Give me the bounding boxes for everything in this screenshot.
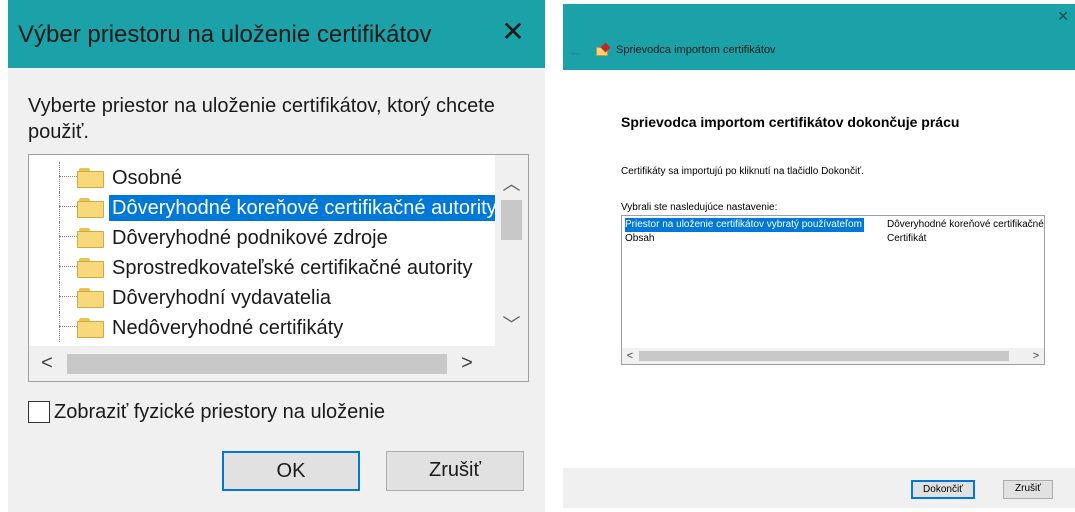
scrollbar-corner xyxy=(495,346,528,381)
horizontal-scroll-thumb[interactable] xyxy=(639,351,1009,361)
back-arrow-icon[interactable]: ← xyxy=(569,44,582,59)
scroll-right-icon[interactable]: > xyxy=(449,346,485,381)
summary-horizontal-scrollbar[interactable]: < > xyxy=(622,348,1044,364)
folder-icon xyxy=(77,168,104,188)
store-prompt: Vyberte priestor na uloženie certifikáto… xyxy=(28,95,495,143)
setting-name: Obsah xyxy=(625,233,655,244)
scroll-left-icon[interactable]: < xyxy=(29,346,65,381)
select-store-dialog: Výber priestoru na uloženie certifikátov… xyxy=(8,0,545,512)
cancel-button[interactable]: Zrušiť xyxy=(386,451,524,491)
scroll-right-icon[interactable]: > xyxy=(1028,348,1044,364)
store-dialog-titlebar: Výber priestoru na uloženie certifikátov… xyxy=(8,0,545,68)
tree-line xyxy=(59,192,60,222)
show-physical-stores-checkbox[interactable] xyxy=(28,401,50,423)
store-tree-item[interactable]: Dôveryhodné podnikové zdroje xyxy=(29,222,495,252)
import-wizard-dialog: ✕ ← Sprievodca importom certifikátov Spr… xyxy=(563,4,1075,508)
store-tree-item-label: Dôveryhodné koreňové certifikačné autori… xyxy=(109,195,495,221)
tree-vertical-scrollbar[interactable]: ︿ ﹀ xyxy=(495,155,528,346)
folder-icon xyxy=(77,288,104,308)
tree-line xyxy=(59,162,60,192)
folder-icon xyxy=(77,318,104,338)
folder-icon xyxy=(77,228,104,248)
tree-line xyxy=(59,282,60,312)
wizard-footer: Dokončiť Zrušiť xyxy=(563,468,1075,508)
store-tree-item-label: Dôveryhodné podnikové zdroje xyxy=(112,227,388,249)
folder-icon xyxy=(77,258,104,278)
setting-value: Dôveryhodné koreňové certifikačné autori… xyxy=(887,219,1044,230)
close-icon[interactable]: ✕ xyxy=(1057,8,1069,25)
settings-row[interactable]: Obsah Certifikát xyxy=(622,232,1044,246)
settings-summary-list[interactable]: Priestor na uloženie certifikátov vybrat… xyxy=(621,215,1045,365)
cancel-button[interactable]: Zrušiť xyxy=(1003,480,1053,499)
scroll-down-icon[interactable]: ﹀ xyxy=(495,310,528,340)
setting-value: Certifikát xyxy=(887,233,927,244)
folder-icon xyxy=(77,198,104,218)
finish-button[interactable]: Dokončiť xyxy=(911,480,975,499)
store-tree-item[interactable]: Nedôveryhodné certifikáty xyxy=(29,312,495,342)
store-tree-item-label: Nedôveryhodné certifikáty xyxy=(112,317,344,339)
store-tree-item[interactable]: Sprostredkovateľské certifikačné autorit… xyxy=(29,252,495,282)
settings-row[interactable]: Priestor na uloženie certifikátov vybrat… xyxy=(622,218,1044,232)
horizontal-scroll-thumb[interactable] xyxy=(67,354,447,374)
store-tree-item-label: Dôveryhodní vydavatelia xyxy=(112,287,332,309)
wizard-titlebar: ✕ ← Sprievodca importom certifikátov xyxy=(563,4,1075,70)
wizard-heading: Sprievodca importom certifikátov dokonču… xyxy=(621,114,960,130)
store-tree-item[interactable]: Dôveryhodné koreňové certifikačné autori… xyxy=(29,192,495,222)
wizard-info-text: Certifikáty sa importujú po kliknutí na … xyxy=(621,166,864,177)
store-tree-item-label: Osobné xyxy=(112,167,183,189)
settings-label: Vybrali ste nasledujúce nastavenie: xyxy=(621,202,778,213)
store-dialog-title: Výber priestoru na uloženie certifikátov xyxy=(18,21,432,48)
tree-line xyxy=(59,252,60,282)
tree-line xyxy=(59,222,60,252)
store-tree[interactable]: Osobné Dôveryhodné koreňové certifikačné … xyxy=(28,154,529,382)
store-tree-item[interactable]: Osobné xyxy=(29,162,495,192)
tree-horizontal-scrollbar[interactable]: < > xyxy=(29,346,495,381)
setting-name: Priestor na uloženie certifikátov vybrat… xyxy=(625,218,864,232)
store-tree-rows: Osobné Dôveryhodné koreňové certifikačné … xyxy=(29,162,495,344)
certificate-wizard-icon xyxy=(596,42,611,57)
store-tree-item-label: Sprostredkovateľské certifikačné autorit… xyxy=(112,257,473,279)
store-tree-item[interactable]: Dôveryhodní vydavatelia xyxy=(29,282,495,312)
ok-button[interactable]: OK xyxy=(222,451,360,491)
show-physical-stores-label: Zobraziť fyzické priestory na uloženie xyxy=(54,401,385,423)
settings-rows: Priestor na uloženie certifikátov vybrat… xyxy=(622,218,1044,246)
vertical-scroll-thumb[interactable] xyxy=(501,200,522,240)
close-icon[interactable]: ✕ xyxy=(495,14,531,50)
scroll-up-icon[interactable]: ︿ xyxy=(495,169,528,199)
tree-line xyxy=(59,312,60,342)
wizard-title: Sprievodca importom certifikátov xyxy=(616,44,776,56)
scroll-left-icon[interactable]: < xyxy=(622,348,638,364)
